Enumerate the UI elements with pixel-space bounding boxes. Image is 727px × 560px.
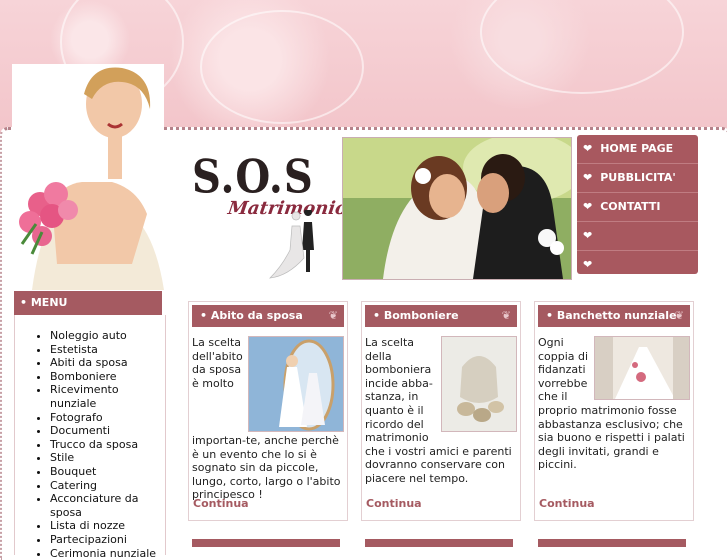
ornament-icon: ❦ — [675, 305, 684, 327]
heart-icon: ❤ — [583, 164, 592, 192]
next-box-header — [538, 539, 686, 547]
ornament-icon: ❦ — [502, 305, 511, 327]
menu-title: • MENU — [14, 291, 162, 315]
continua-link[interactable]: Continua — [193, 497, 249, 510]
article-box-banchetto: • Banchetto nunziale❦ Ogni coppia di fid… — [534, 301, 694, 521]
nav-label: HOME PAGE — [600, 135, 673, 163]
banquet-image — [594, 336, 690, 400]
top-navigation: ❤ HOME PAGE ❤ PUBBLICITA' ❤ CONTATTI ❤ ❤ — [577, 135, 698, 274]
menu-item[interactable]: Abiti da sposa — [50, 356, 165, 370]
heart-icon: ❤ — [583, 135, 592, 163]
heart-icon: ❤ — [583, 193, 592, 221]
decorative-swirl — [480, 0, 684, 94]
menu-item[interactable]: Bouquet — [50, 465, 165, 479]
site-logo[interactable]: S.O.S Matrimonio — [190, 150, 340, 280]
article-box-abito: • Abito da sposa❦ La scelta dell'abito d… — [188, 301, 348, 521]
nav-pubblicita[interactable]: ❤ PUBBLICITA' — [577, 164, 698, 193]
bomboniera-image — [441, 336, 517, 432]
box-title: • Banchetto nunziale❦ — [538, 305, 690, 327]
continua-link[interactable]: Continua — [539, 497, 595, 510]
wedding-dress-image — [248, 336, 344, 432]
nav-empty-1[interactable]: ❤ — [577, 222, 698, 251]
nav-empty-2[interactable]: ❤ — [577, 251, 698, 279]
couple-silhouette-icon — [268, 210, 338, 280]
nav-home[interactable]: ❤ HOME PAGE — [577, 135, 698, 164]
nav-label: PUBBLICITA' — [600, 164, 676, 192]
menu-item[interactable]: Partecipazioni — [50, 533, 165, 547]
menu-item[interactable]: Bomboniere — [50, 370, 165, 384]
continua-link[interactable]: Continua — [366, 497, 422, 510]
menu-item[interactable]: Noleggio auto — [50, 329, 165, 343]
menu-item[interactable]: Stile — [50, 451, 165, 465]
article-box-bomboniere: • Bomboniere❦ La scelta della bomboniera… — [361, 301, 521, 521]
heart-icon: ❤ — [583, 251, 592, 279]
heart-icon: ❤ — [583, 222, 592, 250]
box-title: • Bomboniere❦ — [365, 305, 517, 327]
ornament-icon: ❦ — [329, 305, 338, 327]
menu-item[interactable]: Ricevimento nunziale — [50, 383, 165, 410]
next-box-header — [192, 539, 340, 547]
menu-item[interactable]: Estetista — [50, 343, 165, 357]
menu-item[interactable]: Acconciature da sposa — [50, 492, 165, 519]
menu-item[interactable]: Trucco da sposa — [50, 438, 165, 452]
menu-item[interactable]: Cerimonia nunziale — [50, 547, 165, 560]
nav-contatti[interactable]: ❤ CONTATTI — [577, 193, 698, 222]
decorative-swirl — [200, 10, 364, 124]
menu-item[interactable]: Lista di nozze — [50, 519, 165, 533]
nav-label: CONTATTI — [600, 193, 660, 221]
menu-item[interactable]: Catering — [50, 479, 165, 493]
couple-photo — [342, 137, 572, 280]
menu-item[interactable]: Documenti — [50, 424, 165, 438]
logo-text: S.O.S — [192, 150, 314, 204]
bride-image — [12, 64, 164, 290]
side-menu: Noleggio auto Estetista Abiti da sposa B… — [14, 315, 166, 555]
next-box-header — [365, 539, 513, 547]
menu-item[interactable]: Fotografo — [50, 411, 165, 425]
box-title: • Abito da sposa❦ — [192, 305, 344, 327]
